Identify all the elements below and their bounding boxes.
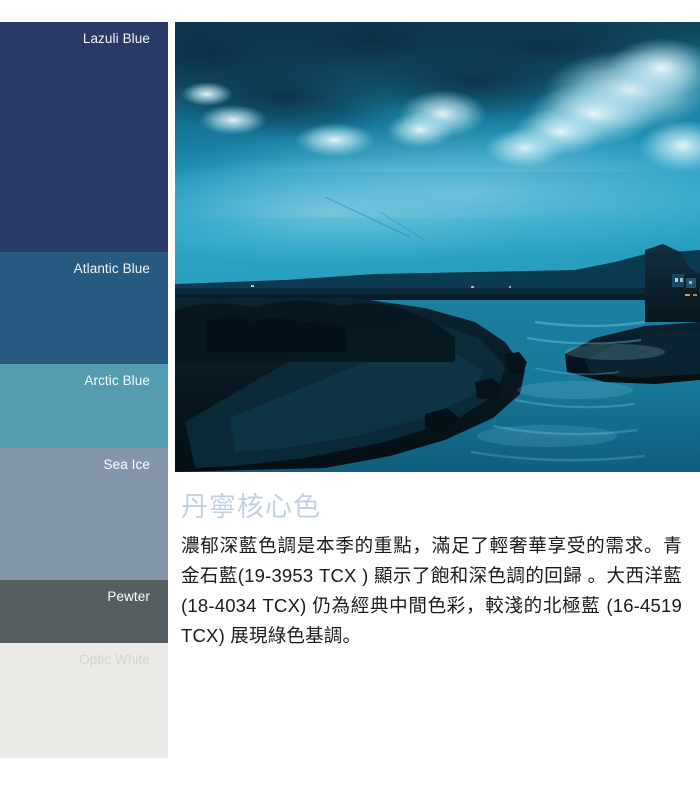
article-text-block: 丹寧核心色 濃郁深藍色調是本季的重點，滿足了輕奢華享受的需求。青金石藍(19-3… bbox=[175, 472, 688, 651]
swatch-pewter[interactable]: Pewter bbox=[0, 580, 168, 643]
swatch-label: Arctic Blue bbox=[84, 373, 150, 388]
swatch-label: Sea Ice bbox=[103, 457, 150, 472]
swatch-optic-white[interactable]: Optic White bbox=[0, 643, 168, 758]
swatch-label: Optic White bbox=[79, 652, 150, 667]
swatch-label: Pewter bbox=[107, 589, 150, 604]
page-title: 丹寧核心色 bbox=[181, 492, 321, 522]
swatch-lazuli-blue[interactable]: Lazuli Blue bbox=[0, 22, 168, 252]
hero-photo bbox=[175, 22, 700, 472]
content-column: 丹寧核心色 濃郁深藍色調是本季的重點，滿足了輕奢華享受的需求。青金石藍(19-3… bbox=[175, 22, 700, 758]
color-palette-column: Lazuli Blue Atlantic Blue Arctic Blue Se… bbox=[0, 22, 168, 758]
swatch-arctic-blue[interactable]: Arctic Blue bbox=[0, 364, 168, 448]
article-body: 濃郁深藍色調是本季的重點，滿足了輕奢華享受的需求。青金石藍(19-3953 TC… bbox=[181, 535, 682, 646]
swatch-sea-ice[interactable]: Sea Ice bbox=[0, 448, 168, 580]
hero-photo-artwork bbox=[175, 22, 700, 472]
swatch-atlantic-blue[interactable]: Atlantic Blue bbox=[0, 252, 168, 364]
swatch-label: Atlantic Blue bbox=[73, 261, 150, 276]
swatch-label: Lazuli Blue bbox=[82, 31, 150, 46]
